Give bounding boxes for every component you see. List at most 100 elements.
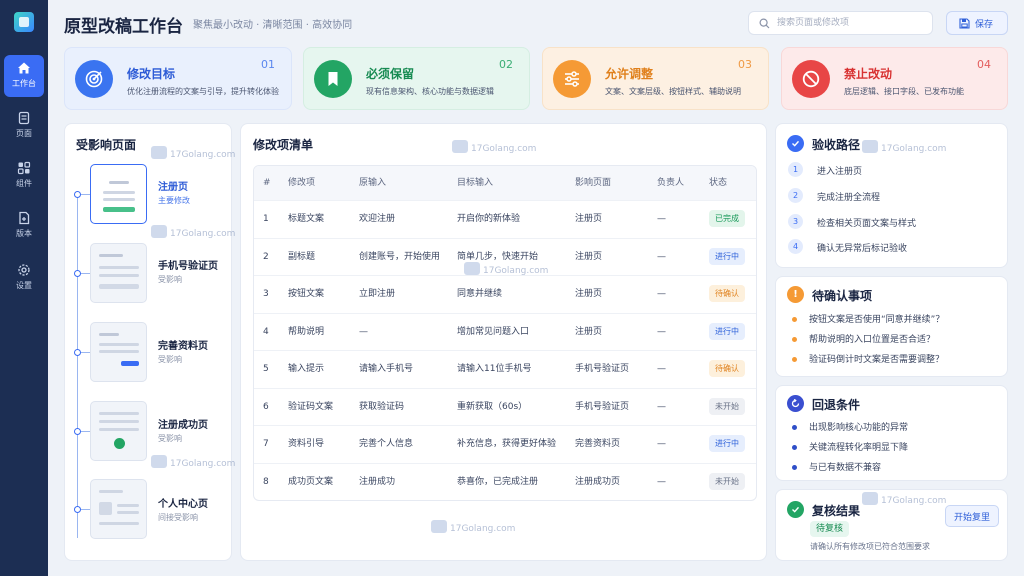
cell-row-index: 2 xyxy=(263,251,269,262)
component-icon xyxy=(17,161,31,175)
affected-page-name[interactable]: 注册成功页 xyxy=(158,416,208,431)
col-header: # xyxy=(263,178,271,188)
table-row[interactable]: 5 输入提示 请输入手机号 请输入11位手机号 手机号验证页 — 待确认 xyxy=(254,350,756,388)
cell-original-input: 立即注册 xyxy=(359,289,396,299)
target-icon xyxy=(85,70,103,88)
sidebar: 工作台 页面 组件 版本 设置 xyxy=(0,0,48,576)
step-text: 完成注册全流程 xyxy=(817,193,881,203)
col-header: 目标输入 xyxy=(457,178,494,188)
page-subtitle: 聚焦最小改动 · 清晰范围 · 高效协同 xyxy=(193,20,353,31)
nav-item-components[interactable]: 组件 xyxy=(4,155,44,197)
card-desc: 文案、文案层级、按钮样式、辅助说明 xyxy=(605,87,741,96)
page-thumbnail-register[interactable] xyxy=(90,164,147,224)
affected-page-name[interactable]: 个人中心页 xyxy=(158,495,208,510)
pending-item: 验证码倒计时文案是否需要调整？ xyxy=(809,355,945,365)
affected-page-sub: 受影响 xyxy=(158,275,182,284)
card-desc: 现有信息架构、核心功能与数据逻辑 xyxy=(366,87,494,96)
cell-affected-page: 手机号验证页 xyxy=(575,401,630,412)
alert-icon: ! xyxy=(787,286,804,303)
nav-item-versions[interactable]: 版本 xyxy=(4,205,44,247)
cell-row-index: 1 xyxy=(263,214,269,224)
bullet xyxy=(792,465,797,470)
undo-icon xyxy=(787,395,804,412)
page-thumbnail-user-center[interactable] xyxy=(90,479,147,539)
status-badge: 进行中 xyxy=(709,322,745,340)
card-adjust: 允许调整 文案、文案层级、按钮样式、辅助说明 03 xyxy=(542,47,769,110)
timeline-dot xyxy=(74,506,81,513)
status-badge: 待确认 xyxy=(709,285,745,302)
cell-row-index: 4 xyxy=(263,326,269,337)
review-panel: 复核结果 待复核 请确认所有修改项已符合范围要求 开始复里 xyxy=(775,489,1008,561)
panel-title: 验收路径 xyxy=(812,138,861,152)
start-review-button[interactable]: 开始复里 xyxy=(945,505,999,527)
bullet xyxy=(792,337,797,342)
panel-title: 修改项清单 xyxy=(253,138,314,152)
table-body: 1 标题文案 欢迎注册 开启你的新体验 注册页 — 已完成 2 副标题 创建账号，开始使用 简单几步… xyxy=(254,200,756,500)
cell-original-input: 获取验证码 xyxy=(359,401,405,412)
step-number: 1 xyxy=(788,162,803,177)
cell-status: 进行中 xyxy=(709,426,745,463)
save-button[interactable]: 保存 xyxy=(946,11,1008,35)
table-row[interactable]: 6 验证码文案 获取验证码 重新获取（60s） 手机号验证页 — 未开始 xyxy=(254,387,756,426)
status-badge: 待确认 xyxy=(709,360,745,377)
settings-icon xyxy=(18,264,30,276)
card-desc: 底层逻辑、接口字段、已发布功能 xyxy=(844,87,964,96)
timeline-connector xyxy=(81,194,90,195)
timeline-connector xyxy=(81,509,90,510)
cell-row-index: 5 xyxy=(263,364,269,374)
card-title: 禁止改动 xyxy=(844,67,893,81)
card-adjust-icon-wrap xyxy=(553,60,591,98)
step-text: 检查相关页面文案与样式 xyxy=(817,219,917,229)
rollback-panel: 回退条件 出现影响核心功能的异常 关键流程转化率明显下降 与已有数据不兼容 xyxy=(775,385,1008,481)
cell-change-item: 资料引导 xyxy=(288,439,325,449)
cell-owner: — xyxy=(657,439,666,449)
affected-page-name[interactable]: 注册页 xyxy=(158,178,188,193)
cell-affected-page: 注册成功页 xyxy=(575,476,621,487)
timeline-dot xyxy=(74,349,81,356)
nav-item-pages[interactable]: 页面 xyxy=(4,105,44,147)
timeline-connector xyxy=(81,273,90,274)
table-row[interactable]: 3 按钮文案 立即注册 同意并继续 注册页 — 待确认 xyxy=(254,275,756,313)
table-row[interactable]: 4 帮助说明 — 增加常见问题入口 注册页 — 进行中 xyxy=(254,312,756,351)
search-box[interactable] xyxy=(748,11,933,35)
card-goal-icon-wrap xyxy=(75,60,113,98)
cell-change-item: 成功页文案 xyxy=(288,476,334,487)
status-badge: 未开始 xyxy=(709,397,745,415)
panel-title: 受影响页面 xyxy=(76,138,137,152)
rollback-item: 关键流程转化率明显下降 xyxy=(809,443,909,453)
cell-status: 已完成 xyxy=(709,201,745,238)
cell-target-input: 补充信息，获得更好体验 xyxy=(457,439,557,449)
table-row[interactable]: 1 标题文案 欢迎注册 开启你的新体验 注册页 — 已完成 xyxy=(254,200,756,238)
affected-page-sub: 受影响 xyxy=(158,355,182,364)
cell-status: 进行中 xyxy=(709,239,745,276)
affected-page-name[interactable]: 完善资料页 xyxy=(158,337,208,352)
cell-row-index: 3 xyxy=(263,289,269,299)
app-logo xyxy=(14,12,34,32)
cell-status: 待确认 xyxy=(709,351,745,388)
cell-target-input: 恭喜你，已完成注册 xyxy=(457,476,539,487)
search-input[interactable] xyxy=(777,15,927,31)
bookmark-icon xyxy=(328,72,338,86)
cell-owner: — xyxy=(657,364,666,374)
table-row[interactable]: 8 成功页文案 注册成功 恭喜你，已完成注册 注册成功页 — 未开始 xyxy=(254,462,756,501)
cell-owner: — xyxy=(657,289,666,299)
verify-panel: 验收路径 1 进入注册页 2 完成注册全流程 3 检查相关页面文案与样式 4 确… xyxy=(775,123,1008,268)
affected-page-name[interactable]: 手机号验证页 xyxy=(158,257,218,272)
pending-panel: ! 待确认事项 按钮文案是否使用“同意并继续”？ 帮助说明的入口位置是否合适？ … xyxy=(775,276,1008,377)
cell-owner: — xyxy=(657,251,666,262)
cell-affected-page: 注册页 xyxy=(575,214,603,224)
page-thumbnail-phone-verify[interactable] xyxy=(90,243,147,303)
table-row[interactable]: 2 副标题 创建账号，开始使用 简单几步，快速开始 注册页 — 进行中 xyxy=(254,237,756,276)
nav-item-settings[interactable]: 设置 xyxy=(4,257,44,299)
page-thumbnail-profile[interactable] xyxy=(90,322,147,382)
rollback-item: 与已有数据不兼容 xyxy=(809,463,882,473)
table-header: # 修改项 原输入 目标输入 影响页面 负责人 状态 xyxy=(254,166,756,200)
status-badge: 待复核 xyxy=(810,521,850,537)
card-title: 允许调整 xyxy=(605,67,654,81)
page-thumbnail-success[interactable] xyxy=(90,401,147,461)
step-number: 4 xyxy=(788,239,803,254)
cell-change-item: 帮助说明 xyxy=(288,326,325,337)
cell-change-item: 标题文案 xyxy=(288,214,325,224)
table-row[interactable]: 7 资料引导 完善个人信息 补充信息，获得更好体验 完善资料页 — 进行中 xyxy=(254,425,756,463)
nav-item-workbench[interactable]: 工作台 xyxy=(4,55,44,97)
